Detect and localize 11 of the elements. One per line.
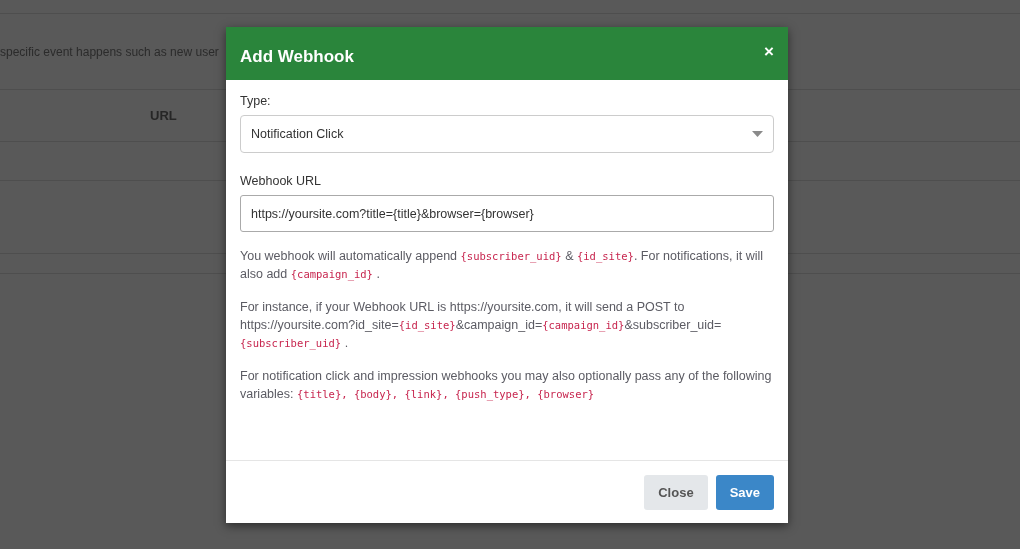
close-button[interactable]: Close	[644, 474, 708, 510]
help-paragraph: For notification click and impression webhooks you may also optionally pass any of the following variables: {title}, {body}, {link}, {push_type}, {browser}	[240, 368, 773, 403]
field-label: Type:	[240, 94, 272, 108]
help-paragraph: You webhook will automatically append {subscriber_uid} & {id_site}. For notifications, it will also add {campaign_id} .	[240, 248, 765, 283]
type-dropdown[interactable]: Notification Click	[240, 115, 774, 153]
dialog-title: Add Webhook	[240, 46, 354, 67]
url-input-field[interactable]: https://yoursite.com?title={title}&browser={browser}	[240, 195, 774, 232]
field-label: Webhook URL	[240, 174, 323, 188]
caret-icon	[752, 131, 763, 137]
save-button[interactable]: Save	[715, 474, 774, 510]
help-paragraph: For instance, if your Webhook URL is https://yoursite.com, it will send a POST to https://yoursite.com?id_site={id_site}&campaign_id={campaign_id}&subscriber_uid= {subscriber_uid} .	[240, 299, 723, 352]
